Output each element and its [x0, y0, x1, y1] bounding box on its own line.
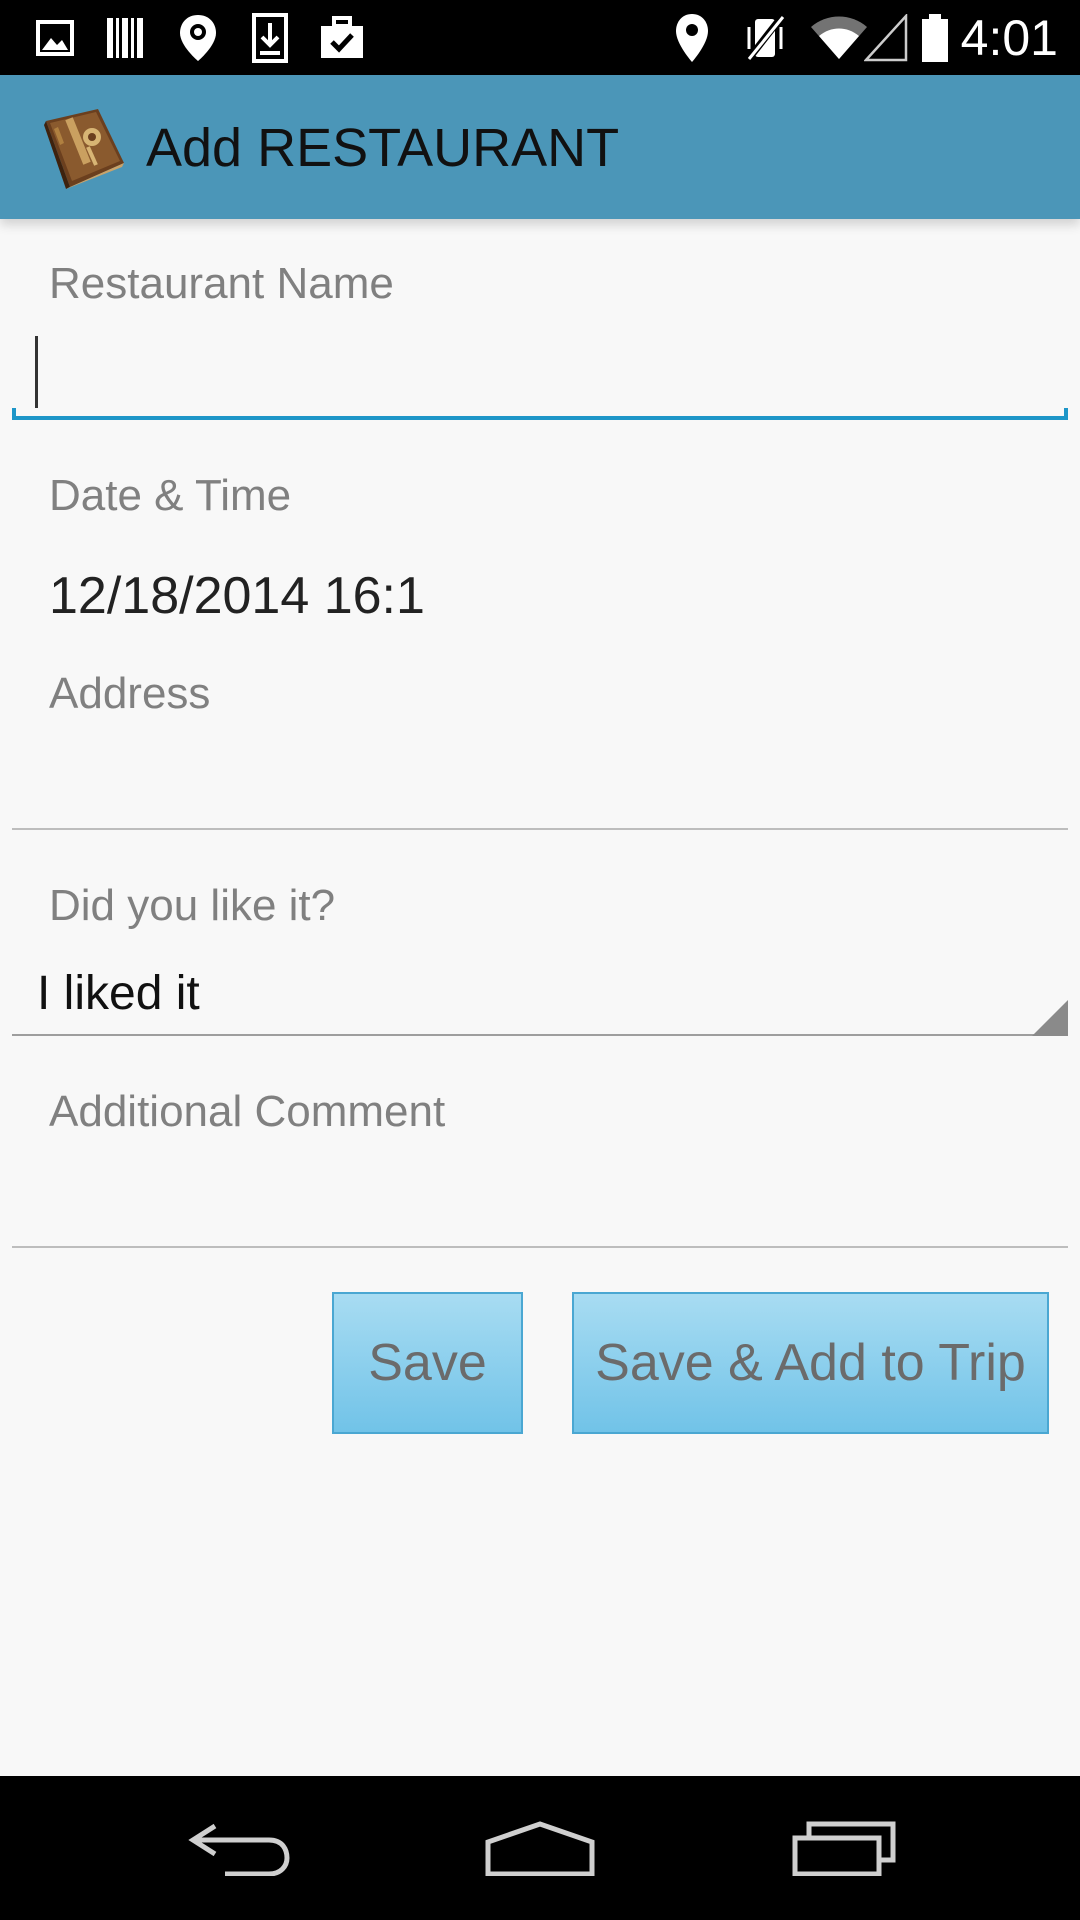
focus-underline	[12, 416, 1068, 420]
comment-input[interactable]	[12, 1150, 1068, 1246]
address-underline	[12, 828, 1068, 830]
wifi-icon	[808, 10, 870, 66]
restaurant-name-input[interactable]	[12, 320, 1068, 420]
download-icon	[250, 10, 290, 66]
save-add-to-trip-button[interactable]: Save & Add to Trip	[572, 1292, 1049, 1434]
liked-label: Did you like it?	[49, 881, 336, 930]
focus-underline-right	[1064, 408, 1068, 420]
vibrate-off-icon	[742, 10, 788, 66]
focus-underline-left	[12, 408, 16, 420]
battery-icon	[918, 10, 952, 66]
home-icon[interactable]	[470, 1806, 610, 1890]
spinner-underline	[12, 1034, 1068, 1036]
restaurant-name-label: Restaurant Name	[49, 259, 394, 308]
recents-icon[interactable]	[774, 1806, 914, 1890]
status-time: 4:01	[960, 10, 1058, 66]
signal-icon	[864, 10, 908, 66]
text-cursor	[35, 336, 38, 408]
journal-book-icon[interactable]	[36, 103, 132, 193]
page-title: Add RESTAURANT	[146, 118, 620, 178]
date-time-label: Date & Time	[49, 471, 292, 520]
image-icon	[34, 10, 76, 66]
barcode-icon	[104, 10, 146, 66]
save-button[interactable]: Save	[332, 1292, 523, 1434]
status-bar: 4:01	[0, 0, 1080, 75]
briefcase-check-icon	[318, 10, 366, 66]
address-label: Address	[49, 669, 211, 718]
navigation-bar	[0, 1776, 1080, 1920]
liked-spinner-value: I liked it	[37, 967, 200, 1020]
comment-underline	[12, 1246, 1068, 1248]
comment-label: Additional Comment	[49, 1087, 446, 1136]
address-input[interactable]	[12, 730, 1068, 830]
liked-spinner[interactable]: I liked it	[12, 950, 1068, 1036]
action-bar: Add RESTAURANT	[0, 75, 1080, 219]
location-pin-icon	[176, 10, 220, 66]
dropdown-triangle-icon	[1032, 1000, 1068, 1036]
back-icon[interactable]	[170, 1806, 310, 1890]
location-icon	[672, 10, 712, 66]
date-time-value[interactable]: 12/18/2014 16:1	[49, 566, 425, 626]
